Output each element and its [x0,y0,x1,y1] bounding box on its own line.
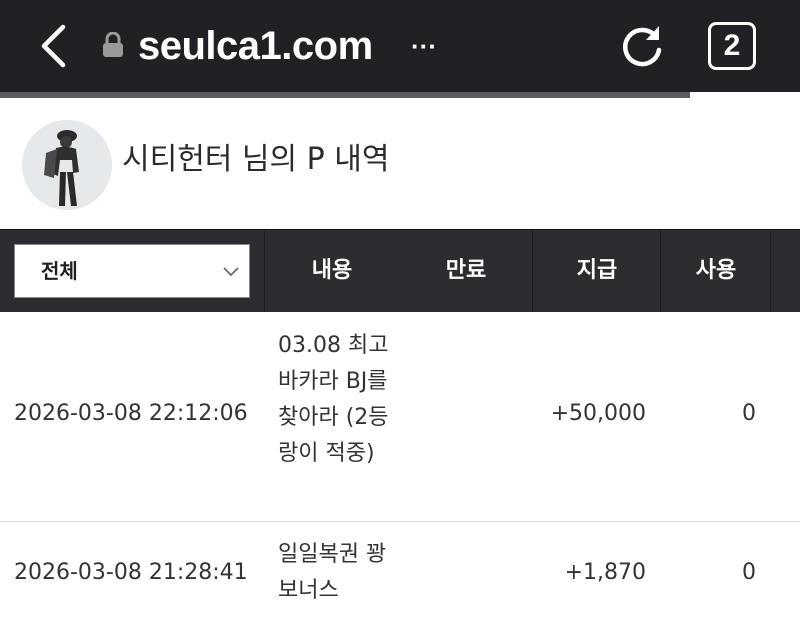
row-content: 03.08 최고바카라 BJ를 찾아라 (2등 랑이 적중) [278,333,389,466]
page-title: 시티헌터 님의 P 내역 [122,142,390,177]
column-divider [264,230,265,312]
filter-select[interactable]: 전체 [14,244,250,298]
table-row: 2026-03-08 22:12:06 03.08 최고바카라 BJ를 찾아라 … [0,312,800,522]
column-header-use: 사용 [695,258,737,283]
reload-icon [623,26,662,67]
table-header: 전체 내용 만료 지급 사용 [0,229,800,312]
row-give-amount: +50,000 [550,401,646,426]
tab-count: 2 [723,29,741,62]
back-button[interactable] [28,20,80,72]
url-text[interactable]: seulca1.com [138,18,373,74]
column-header-content: 내용 [311,258,353,283]
person-silhouette-icon [22,120,112,210]
row-give-amount: +1,870 [564,560,646,585]
profile-header: 시티헌터 님의 P 내역 [0,98,800,228]
row-content: 일일복권 꽝 보너스 [278,542,387,603]
avatar [22,120,112,210]
row-date: 2026-03-08 22:12:06 [14,401,248,426]
column-divider [660,230,661,312]
row-use-amount: 0 [742,560,756,585]
row-date: 2026-03-08 21:28:41 [14,560,248,585]
browser-toolbar: seulca1.com ··· 2 [0,0,800,92]
column-header-give: 지급 [576,258,618,283]
table-row: 2026-03-08 21:28:41 일일복권 꽝 보너스 +1,870 0 [0,522,800,623]
lock-icon [103,32,123,57]
url-more-indicator: ··· [411,31,437,61]
chevron-left-icon [41,24,66,68]
tabs-button[interactable]: 2 [708,22,756,70]
row-use-amount: 0 [742,401,756,426]
filter-selected-value: 전체 [41,259,78,283]
reload-button[interactable] [616,20,668,72]
column-header-expire: 만료 [445,258,487,283]
column-divider [532,230,533,312]
chevron-down-icon [223,267,239,277]
column-divider [770,230,771,312]
